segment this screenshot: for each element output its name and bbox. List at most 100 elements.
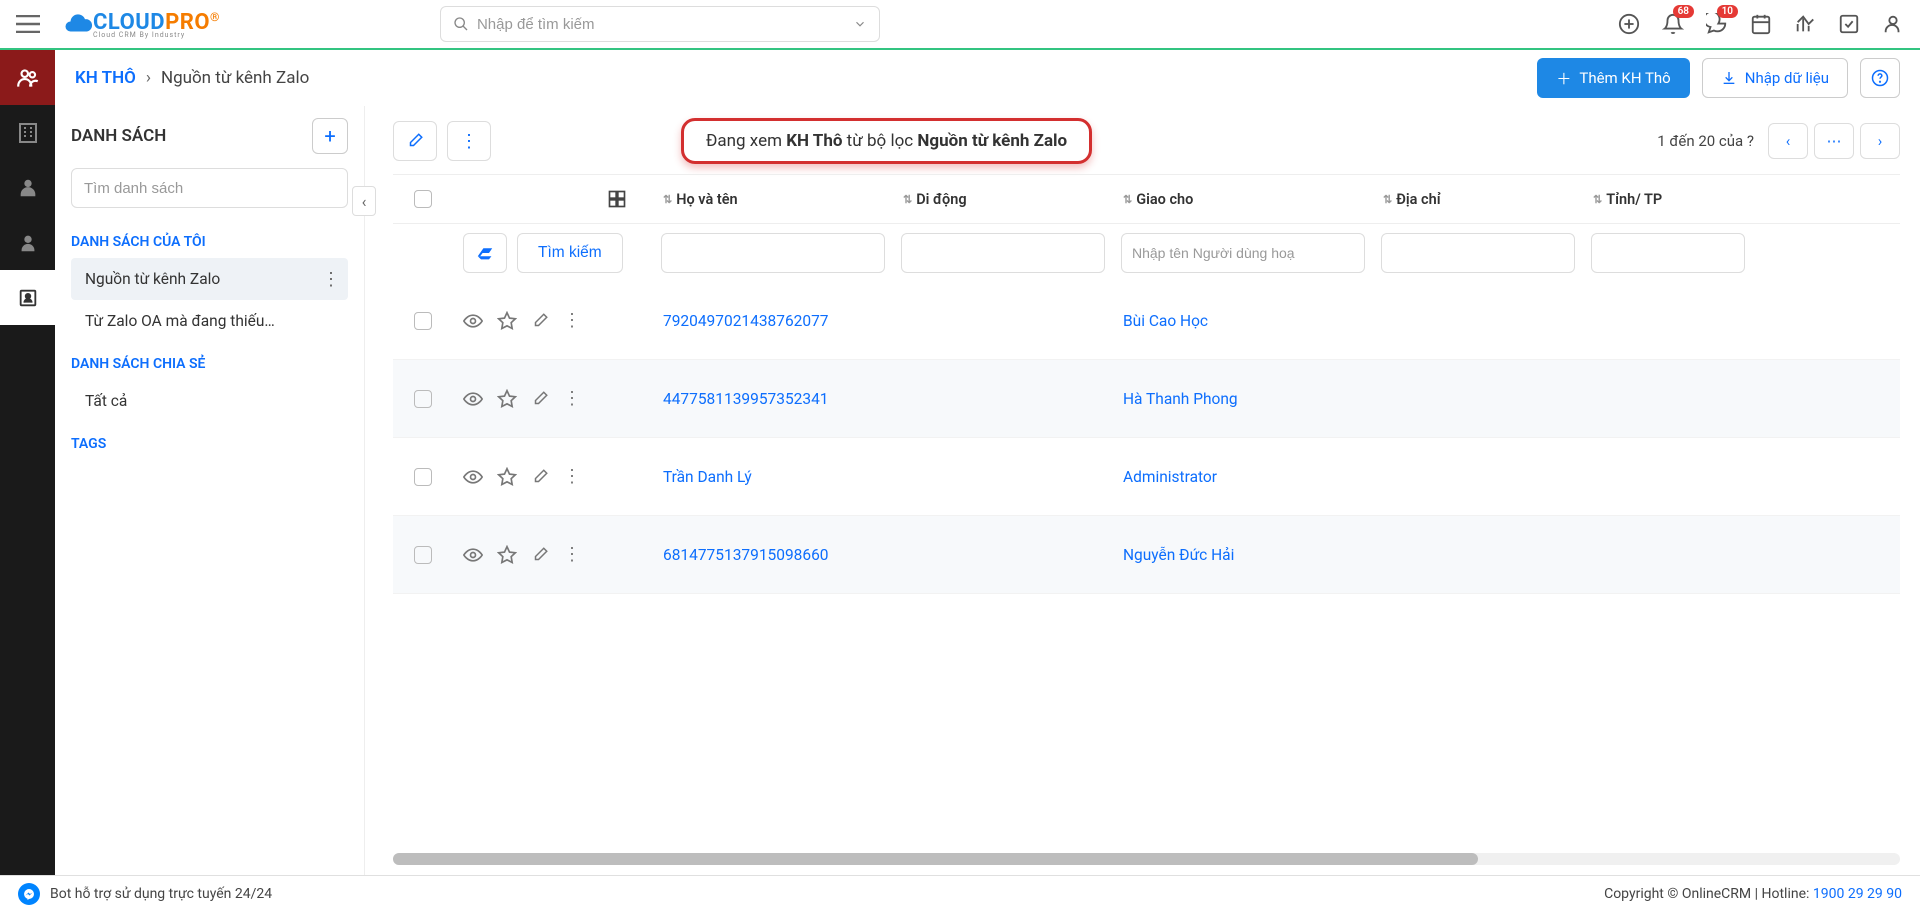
- list-item[interactable]: Tất cả: [71, 380, 348, 422]
- sort-icon: ⇅: [1123, 193, 1132, 206]
- pager: 1 đến 20 của ? ‹ ⋯ ›: [1657, 123, 1900, 159]
- help-button[interactable]: [1860, 58, 1900, 98]
- col-mobile[interactable]: ⇅Di động: [893, 191, 1113, 208]
- bell-icon[interactable]: 68: [1662, 13, 1684, 35]
- logo[interactable]: CLOUDPRO® Cloud CRM By Industry: [63, 9, 220, 39]
- row-checkbox[interactable]: [414, 546, 432, 564]
- filter-addr-input[interactable]: [1381, 233, 1575, 273]
- filter-city-input[interactable]: [1591, 233, 1745, 273]
- chat-icon[interactable]: 10: [1706, 13, 1728, 35]
- chart-icon[interactable]: [1794, 13, 1816, 35]
- col-addr[interactable]: ⇅Địa chỉ: [1373, 191, 1583, 208]
- filter-assign-input[interactable]: [1121, 233, 1365, 273]
- col-name[interactable]: ⇅Họ và tên: [653, 191, 893, 208]
- breadcrumb-main[interactable]: KH THÔ: [75, 68, 136, 88]
- row-assignee[interactable]: Nguyễn Đức Hải: [1123, 546, 1234, 564]
- messenger-icon[interactable]: [18, 883, 40, 905]
- rail-company[interactable]: [0, 105, 55, 160]
- table-row[interactable]: ⋮ 4477581139957352341 Hà Thanh Phong: [393, 360, 1900, 438]
- more-icon[interactable]: ⋮: [563, 388, 581, 409]
- row-assignee[interactable]: Hà Thanh Phong: [1123, 390, 1238, 408]
- hotline-link[interactable]: 1900 29 29 90: [1813, 886, 1902, 902]
- global-search-input[interactable]: [477, 16, 853, 33]
- sidebar-search[interactable]: [71, 168, 348, 208]
- filter-name-input[interactable]: [661, 233, 885, 273]
- row-checkbox[interactable]: [414, 468, 432, 486]
- edit-icon[interactable]: [531, 390, 549, 408]
- view-icon[interactable]: [463, 467, 483, 487]
- add-lead-button[interactable]: ＋ Thêm KH Thô: [1537, 58, 1689, 98]
- row-name[interactable]: 6814775137915098660: [663, 546, 829, 564]
- view-icon[interactable]: [463, 545, 483, 565]
- rail-person[interactable]: [0, 215, 55, 270]
- grid-icon[interactable]: [607, 189, 627, 209]
- list-item[interactable]: Từ Zalo OA mà đang thiếu…: [71, 300, 348, 342]
- row-assignee[interactable]: Bùi Cao Học: [1123, 312, 1208, 330]
- filter-mobile-input[interactable]: [901, 233, 1105, 273]
- breadcrumb-sub: Nguồn từ kênh Zalo: [161, 68, 309, 88]
- table-row[interactable]: ⋮ 6814775137915098660 Nguyễn Đức Hải: [393, 516, 1900, 594]
- star-icon[interactable]: [497, 311, 517, 331]
- view-icon[interactable]: [463, 389, 483, 409]
- cloud-icon: [63, 9, 93, 39]
- task-icon[interactable]: [1838, 13, 1860, 35]
- pager-text: 1 đến 20 của ?: [1657, 132, 1754, 150]
- row-name[interactable]: Trần Danh Lý: [663, 468, 752, 486]
- sidebar-search-input[interactable]: [84, 180, 335, 197]
- table-row[interactable]: ⋮ Trần Danh Lý Administrator: [393, 438, 1900, 516]
- sidebar-title: DANH SÁCH: [71, 126, 166, 146]
- hamburger-menu[interactable]: [0, 0, 55, 49]
- help-icon: [1871, 69, 1889, 87]
- add-list-button[interactable]: +: [312, 118, 348, 154]
- download-icon: [1721, 70, 1737, 86]
- chevron-right-icon: ›: [146, 68, 151, 88]
- more-icon[interactable]: ⋮: [322, 269, 340, 290]
- edit-columns-button[interactable]: [393, 121, 437, 161]
- select-all-checkbox[interactable]: [414, 190, 432, 208]
- nav-rail: [0, 50, 55, 875]
- add-icon[interactable]: [1618, 13, 1640, 35]
- list-item-label: Từ Zalo OA mà đang thiếu…: [85, 312, 275, 330]
- rail-card[interactable]: [0, 270, 55, 325]
- table-header: ⇅Họ và tên ⇅Di động ⇅Giao cho ⇅Địa chỉ ⇅…: [393, 174, 1900, 224]
- row-checkbox[interactable]: [414, 312, 432, 330]
- list-item[interactable]: Nguồn từ kênh Zalo ⋮: [71, 258, 348, 300]
- col-assign[interactable]: ⇅Giao cho: [1113, 191, 1373, 208]
- calendar-icon[interactable]: [1750, 13, 1772, 35]
- star-icon[interactable]: [497, 467, 517, 487]
- pager-prev-button[interactable]: ‹: [1768, 123, 1808, 159]
- more-icon[interactable]: ⋮: [563, 466, 581, 487]
- star-icon[interactable]: [497, 545, 517, 565]
- row-name[interactable]: 4477581139957352341: [663, 390, 829, 408]
- col-city[interactable]: ⇅Tỉnh/ TP: [1583, 191, 1753, 208]
- view-icon[interactable]: [463, 311, 483, 331]
- search-button[interactable]: Tìm kiếm: [517, 233, 623, 273]
- row-assignee[interactable]: Administrator: [1123, 468, 1217, 486]
- rail-leads[interactable]: [0, 50, 55, 105]
- edit-icon[interactable]: [531, 468, 549, 486]
- star-icon[interactable]: [497, 389, 517, 409]
- footer-bot-text: Bot hỗ trợ sử dụng trực tuyến 24/24: [50, 886, 272, 902]
- rail-contact[interactable]: [0, 160, 55, 215]
- pager-more-button[interactable]: ⋯: [1814, 123, 1854, 159]
- global-search[interactable]: [440, 6, 880, 42]
- clear-filters-button[interactable]: [463, 233, 507, 273]
- sort-icon: ⇅: [1593, 193, 1602, 206]
- footer-copyright: Copyright © OnlineCRM | Hotline: 1900 29…: [1604, 886, 1902, 902]
- row-checkbox[interactable]: [414, 390, 432, 408]
- more-icon[interactable]: ⋮: [563, 544, 581, 565]
- pager-next-button[interactable]: ›: [1860, 123, 1900, 159]
- plus-icon: ＋: [1556, 68, 1571, 89]
- list-item-label: Tất cả: [85, 392, 127, 410]
- row-name[interactable]: 7920497021438762077: [663, 312, 829, 330]
- more-icon[interactable]: ⋮: [563, 310, 581, 331]
- chevron-down-icon[interactable]: [853, 17, 867, 31]
- table-row[interactable]: ⋮ 7920497021438762077 Bùi Cao Học: [393, 282, 1900, 360]
- more-actions-button[interactable]: ⋮: [447, 121, 491, 161]
- edit-icon[interactable]: [531, 546, 549, 564]
- import-button[interactable]: Nhập dữ liệu: [1702, 58, 1848, 98]
- horizontal-scrollbar[interactable]: [393, 853, 1900, 865]
- user-icon[interactable]: [1882, 13, 1904, 35]
- add-lead-label: Thêm KH Thô: [1579, 69, 1670, 87]
- edit-icon[interactable]: [531, 312, 549, 330]
